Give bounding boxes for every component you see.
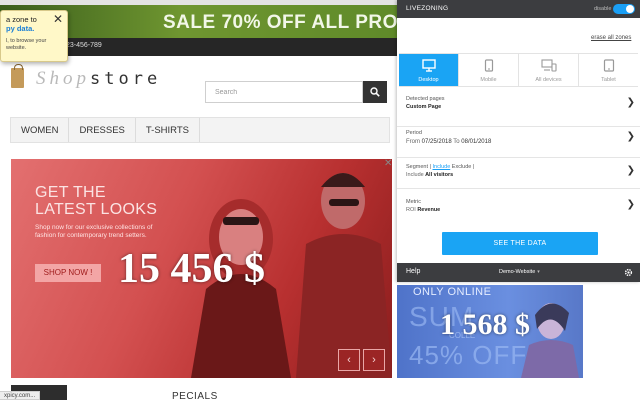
- search-box: [205, 81, 387, 103]
- search-button[interactable]: [363, 81, 387, 103]
- erase-zones-link[interactable]: erase all zones: [591, 35, 631, 41]
- side-banner-discount: 45% OFF: [409, 340, 528, 370]
- status-url: xpicy.com...: [0, 391, 41, 400]
- menu-item-tshirts[interactable]: T-SHIRTS: [136, 118, 200, 142]
- period-to: 08/01/2018: [461, 139, 492, 145]
- period-to-label: To: [453, 139, 460, 145]
- segment-exclude-link[interactable]: Exclude |: [452, 164, 475, 170]
- logo-shop: Shop: [36, 68, 90, 89]
- detected-pages-value: Custom Page: [406, 104, 442, 110]
- metric-value: Revenue: [417, 207, 441, 213]
- device-selector: Desktop Mobile All devices Tablet: [399, 53, 638, 87]
- website-selector[interactable]: Demo-Website ▾: [499, 269, 540, 275]
- chevron-right-icon: ❯: [626, 199, 635, 210]
- segment-include-link[interactable]: Include: [433, 164, 451, 170]
- period-from: 07/25/2018: [421, 139, 452, 145]
- chevron-right-icon: ❯: [626, 97, 635, 108]
- all-devices-icon: [540, 59, 557, 72]
- specials-heading: PECIALS: [172, 391, 218, 400]
- device-label: Tablet: [601, 77, 616, 83]
- search-icon: [370, 87, 380, 97]
- desktop-icon: [421, 59, 436, 72]
- see-data-button[interactable]: SEE THE DATA: [442, 232, 598, 255]
- chevron-right-icon: ❯: [626, 131, 635, 142]
- device-label: All devices: [535, 77, 562, 83]
- row-period[interactable]: Period From 07/25/2018 To 08/01/2018 ❯: [397, 127, 640, 158]
- disable-label: disable: [594, 6, 612, 12]
- device-desktop[interactable]: Desktop: [399, 54, 459, 86]
- device-all[interactable]: All devices: [519, 54, 579, 86]
- chevron-right-icon: ❯: [626, 165, 635, 176]
- menu-item-women[interactable]: WOMEN: [11, 118, 70, 142]
- metric-value-line: ROI Revenue: [406, 207, 440, 213]
- segment-include-label: Include: [406, 172, 424, 178]
- promo-text: SALE 70% OFF ALL PRODUCT: [163, 12, 400, 33]
- logo-store: store: [90, 69, 162, 89]
- hero-title: GET THE LATEST LOOKS: [35, 184, 185, 218]
- bag-logo-icon[interactable]: [11, 64, 24, 88]
- search-input[interactable]: [205, 81, 363, 103]
- row-metric[interactable]: Metric ROI Revenue ❯: [397, 189, 640, 223]
- zone-value-hero: 15 456 $: [118, 246, 265, 292]
- menu-item-dresses[interactable]: DRESSES: [69, 118, 136, 142]
- brand-logo: LIVEZONING: [406, 5, 449, 12]
- mobile-icon: [484, 59, 493, 72]
- help-bar: Help Demo-Website ▾: [397, 263, 640, 282]
- device-mobile[interactable]: Mobile: [459, 54, 519, 86]
- slider-prev-button[interactable]: ‹: [338, 349, 360, 371]
- shop-now-button[interactable]: SHOP NOW !: [35, 264, 101, 282]
- chevron-down-icon: ▾: [537, 269, 540, 275]
- period-label: Period: [406, 130, 422, 136]
- segment-value: All visitors: [425, 172, 454, 178]
- segment-value-line: Include All visitors: [406, 172, 453, 178]
- livezoning-panel: LIVEZONING disable erase all zones Deskt…: [397, 0, 640, 282]
- site-logo[interactable]: Shopstore: [36, 68, 161, 90]
- zone-tooltip: a zone to py data. l, to browse your web…: [0, 10, 68, 62]
- slider-next-button[interactable]: ›: [363, 349, 385, 371]
- period-from-label: From: [406, 139, 420, 145]
- segment-header: Segment | Include Exclude |: [406, 164, 474, 170]
- website-name: Demo-Website: [499, 269, 536, 275]
- device-label: Mobile: [480, 77, 497, 83]
- segment-label: Segment |: [406, 164, 431, 170]
- gear-icon[interactable]: [624, 268, 633, 277]
- row-segment[interactable]: Segment | Include Exclude | Include All …: [397, 158, 640, 189]
- tablet-icon: [603, 59, 614, 72]
- zone-close-icon[interactable]: ✕: [384, 158, 392, 169]
- main-menu: WOMEN DRESSES T-SHIRTS: [10, 117, 390, 143]
- hero-title-line1: GET THE: [35, 184, 106, 201]
- device-label: Desktop: [418, 77, 439, 83]
- enable-toggle[interactable]: [613, 4, 635, 14]
- metric-roi-label: ROI: [406, 207, 416, 213]
- row-detected-pages[interactable]: Detected pages Custom Page ❯: [397, 89, 640, 127]
- phone-number: 23-456-789: [66, 42, 102, 49]
- close-icon[interactable]: ✕: [53, 12, 63, 26]
- device-tablet[interactable]: Tablet: [579, 54, 638, 86]
- tooltip-body: l, to browse your website.: [6, 38, 47, 51]
- panel-header: LIVEZONING disable: [397, 0, 640, 18]
- side-banner-tag: ONLY ONLINE: [413, 286, 492, 298]
- hero-title-line2: LATEST LOOKS: [35, 201, 158, 218]
- hero-subtitle: Shop now for our exclusive collections o…: [35, 224, 153, 239]
- zone-value-side: 1 568 $: [440, 308, 530, 341]
- help-link[interactable]: Help: [406, 268, 420, 275]
- detected-pages-label: Detected pages: [406, 96, 445, 102]
- metric-label: Metric: [406, 199, 421, 205]
- period-range: From 07/25/2018 To 08/01/2018: [406, 139, 491, 145]
